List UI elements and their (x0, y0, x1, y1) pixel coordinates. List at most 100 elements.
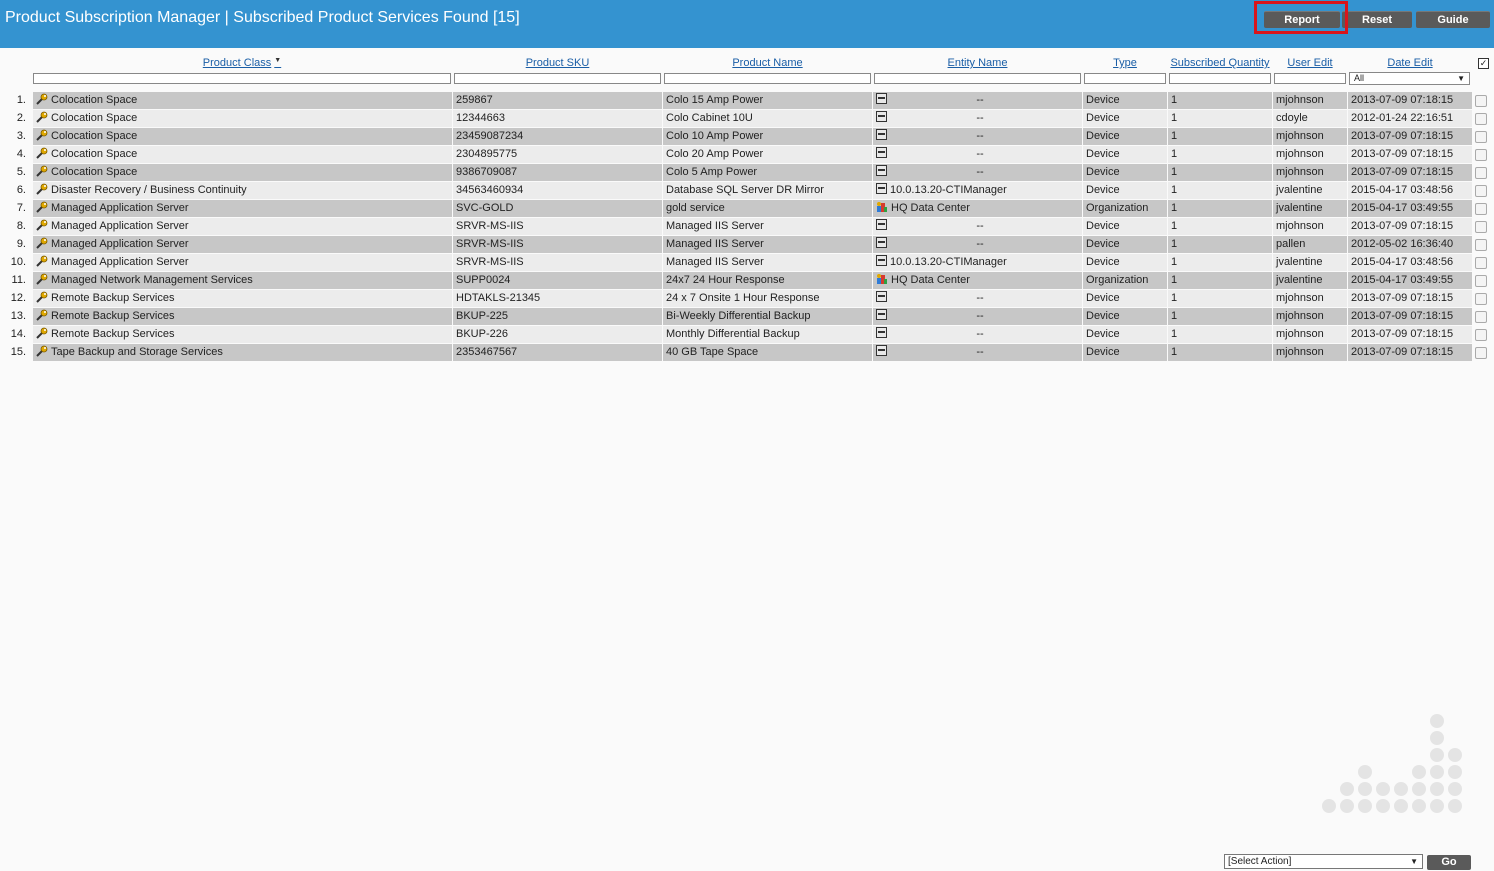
device-icon[interactable] (876, 237, 887, 248)
row-checkbox[interactable] (1475, 239, 1487, 251)
row-checkbox[interactable] (1475, 275, 1487, 287)
device-icon[interactable] (876, 345, 887, 356)
row-checkbox[interactable] (1475, 185, 1487, 197)
go-button[interactable]: Go (1427, 855, 1471, 870)
report-button[interactable]: Report (1264, 11, 1340, 28)
table-row[interactable]: 14. Remote Backup Services BKUP-226 Monthly… (0, 326, 1494, 343)
cell-date-edit: 2013-07-09 07:18:15 (1348, 290, 1473, 307)
column-header-entity-name[interactable]: Entity Name (874, 57, 1081, 69)
table-row[interactable]: 1. Colocation Space 259867 Colo 15 Amp Powe… (0, 92, 1494, 109)
wrench-icon[interactable] (36, 309, 48, 321)
device-icon[interactable] (876, 327, 887, 338)
row-checkbox[interactable] (1475, 293, 1487, 305)
wrench-icon[interactable] (36, 327, 48, 339)
row-number: 5. (16, 166, 26, 178)
wrench-icon[interactable] (36, 111, 48, 123)
organization-icon[interactable] (876, 201, 888, 213)
device-icon[interactable] (876, 93, 887, 104)
column-header-subscribed-quantity[interactable]: Subscribed Quantity (1169, 57, 1271, 69)
device-icon[interactable] (876, 165, 887, 176)
reset-button[interactable]: Reset (1342, 11, 1412, 28)
device-icon[interactable] (876, 309, 887, 320)
organization-icon[interactable] (876, 273, 888, 285)
wrench-icon[interactable] (36, 219, 48, 231)
cell-user-edit-text: mjohnson (1276, 148, 1324, 160)
table-row[interactable]: 4. Colocation Space 2304895775 Colo 20 Amp … (0, 146, 1494, 163)
guide-button[interactable]: Guide (1416, 11, 1490, 28)
action-select[interactable]: [Select Action] ▼ (1224, 854, 1423, 869)
cell-product-class-text: Managed Application Server (51, 202, 189, 214)
device-icon[interactable] (876, 291, 887, 302)
wrench-icon[interactable] (36, 237, 48, 249)
filter-entity-name[interactable] (874, 73, 1081, 84)
filter-product-class[interactable] (33, 73, 451, 84)
device-icon[interactable] (876, 183, 887, 194)
column-header-user-edit[interactable]: User Edit (1274, 57, 1346, 69)
filter-type[interactable] (1084, 73, 1166, 84)
column-header-product-name[interactable]: Product Name (664, 57, 871, 69)
column-header-product-class[interactable]: Product Class ▼ (33, 57, 451, 69)
table-row[interactable]: 12. Remote Backup Services HDTAKLS-21345 24… (0, 290, 1494, 307)
row-checkbox[interactable] (1475, 347, 1487, 359)
row-number: 4. (16, 148, 26, 160)
table-row[interactable]: 8. Managed Application Server SRVR-MS-IIS M… (0, 218, 1494, 235)
table-row[interactable]: 10. Managed Application Server SRVR-MS-IIS… (0, 254, 1494, 271)
wrench-icon[interactable] (36, 147, 48, 159)
device-icon[interactable] (876, 147, 887, 158)
filter-product-name[interactable] (664, 73, 871, 84)
cell-subscribed-quantity-text: 1 (1171, 328, 1178, 340)
wrench-icon[interactable] (36, 183, 48, 195)
wrench-icon[interactable] (36, 165, 48, 177)
cell-type-text: Device (1086, 130, 1120, 142)
row-checkbox[interactable] (1475, 131, 1487, 143)
cell-product-name: Managed IIS Server (663, 236, 873, 253)
row-checkbox[interactable] (1475, 329, 1487, 341)
table-row[interactable]: 13. Remote Backup Services BKUP-225 Bi-Week… (0, 308, 1494, 325)
row-checkbox[interactable] (1475, 149, 1487, 161)
table-row[interactable]: 15. Tape Backup and Storage Services 23534… (0, 344, 1494, 361)
device-icon[interactable] (876, 219, 887, 230)
cell-user-edit-text: mjohnson (1276, 220, 1324, 232)
select-all-checkbox[interactable]: ✓ (1478, 58, 1489, 69)
row-checkbox[interactable] (1475, 203, 1487, 215)
wrench-icon[interactable] (36, 255, 48, 267)
cell-subscribed-quantity-text: 1 (1171, 220, 1178, 232)
cell-subscribed-quantity: 1 (1168, 236, 1273, 253)
filter-date-edit-select[interactable]: All ▼ (1349, 72, 1470, 85)
cell-product-name-text: 24 x 7 Onsite 1 Hour Response (666, 292, 820, 304)
wrench-icon[interactable] (36, 345, 48, 357)
row-checkbox[interactable] (1475, 221, 1487, 233)
row-checkbox[interactable] (1475, 113, 1487, 125)
table-row[interactable]: 3. Colocation Space 23459087234 Colo 10 Amp… (0, 128, 1494, 145)
row-checkbox[interactable] (1475, 311, 1487, 323)
cell-product-class: Tape Backup and Storage Services (33, 344, 453, 361)
cell-type-text: Organization (1086, 202, 1149, 214)
wrench-icon[interactable] (36, 273, 48, 285)
column-header-product-sku[interactable]: Product SKU (454, 57, 661, 69)
row-checkbox[interactable] (1475, 95, 1487, 107)
filter-user-edit[interactable] (1274, 73, 1346, 84)
cell-product-name-text: 40 GB Tape Space (666, 346, 759, 358)
row-checkbox[interactable] (1475, 167, 1487, 179)
cell-date-edit-text: 2013-07-09 07:18:15 (1351, 310, 1454, 322)
table-row[interactable]: 7. Managed Application Server SVC-GOLD gold… (0, 200, 1494, 217)
filter-subscribed-quantity[interactable] (1169, 73, 1271, 84)
row-checkbox[interactable] (1475, 257, 1487, 269)
cell-product-sku: 9386709087 (453, 164, 663, 181)
table-row[interactable]: 6. Disaster Recovery / Business Continuit… (0, 182, 1494, 199)
device-icon[interactable] (876, 111, 887, 122)
table-row[interactable]: 9. Managed Application Server SRVR-MS-IIS M… (0, 236, 1494, 253)
device-icon[interactable] (876, 255, 887, 266)
cell-subscribed-quantity-text: 1 (1171, 94, 1178, 106)
filter-product-sku[interactable] (454, 73, 661, 84)
wrench-icon[interactable] (36, 201, 48, 213)
table-row[interactable]: 2. Colocation Space 12344663 Colo Cabinet 1… (0, 110, 1494, 127)
wrench-icon[interactable] (36, 291, 48, 303)
table-row[interactable]: 11. Managed Network Management Services SU… (0, 272, 1494, 289)
column-header-type[interactable]: Type (1084, 57, 1166, 69)
device-icon[interactable] (876, 129, 887, 140)
wrench-icon[interactable] (36, 93, 48, 105)
table-row[interactable]: 5. Colocation Space 9386709087 Colo 5 Amp P… (0, 164, 1494, 181)
column-header-date-edit[interactable]: Date Edit (1349, 57, 1471, 69)
wrench-icon[interactable] (36, 129, 48, 141)
